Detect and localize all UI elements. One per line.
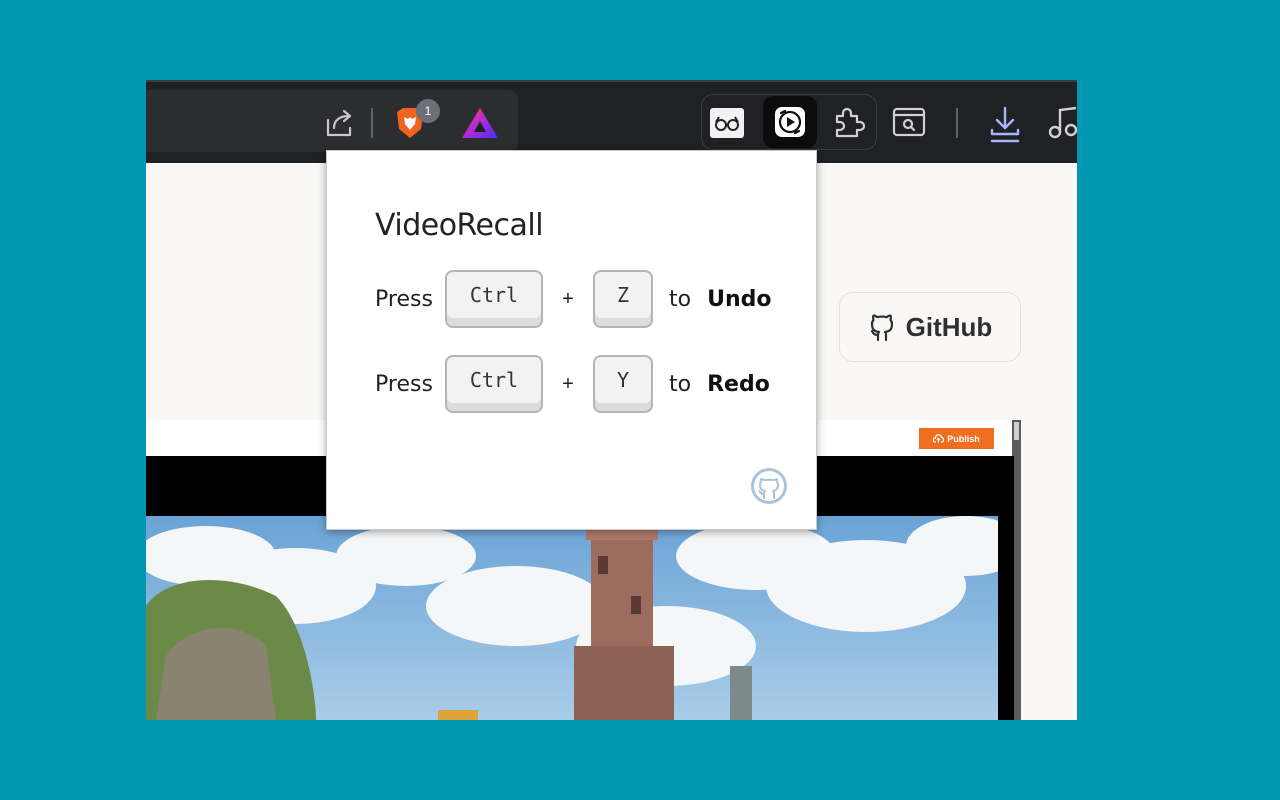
github-icon <box>870 314 893 342</box>
press-label: Press <box>375 371 433 397</box>
publish-label: Publish <box>947 433 980 444</box>
extensions-puzzle-icon[interactable] <box>831 104 867 140</box>
reader-mode-icon[interactable] <box>710 108 744 138</box>
popup-title: VideoRecall <box>375 208 544 243</box>
shields-badge: 1 <box>416 99 440 123</box>
scrollbar-thumb[interactable] <box>1014 422 1019 440</box>
downloads-icon[interactable] <box>988 104 1022 144</box>
z-key: Z <box>593 270 653 328</box>
video-frame-image <box>146 516 998 720</box>
redo-action-label: Redo <box>707 371 770 397</box>
plus-sign: + <box>562 372 574 395</box>
tabstrip-edge <box>146 80 1077 82</box>
to-label: to <box>669 286 692 312</box>
plus-sign: + <box>562 287 574 310</box>
to-label: to <box>669 371 692 397</box>
ctrl-key: Ctrl <box>445 270 543 328</box>
videorecall-popup: VideoRecall Press Ctrl + Z to Undo Press… <box>326 150 817 530</box>
publish-button[interactable]: Publish <box>919 428 994 449</box>
ctrl-key: Ctrl <box>445 355 543 413</box>
toolbar-separator <box>956 108 958 138</box>
toolbar-separator <box>371 108 373 138</box>
undo-shortcut-row: Press Ctrl + Z to Undo <box>375 269 771 329</box>
media-controls-icon[interactable] <box>1048 106 1077 140</box>
github-link-icon[interactable] <box>749 466 789 511</box>
videorecall-extension-icon[interactable] <box>763 96 817 148</box>
tab-search-icon[interactable] <box>892 106 926 138</box>
share-icon[interactable] <box>322 106 356 140</box>
y-key: Y <box>593 355 653 413</box>
cloud-upload-icon <box>933 434 945 443</box>
brave-rewards-icon[interactable] <box>460 106 500 140</box>
redo-shortcut-row: Press Ctrl + Y to Redo <box>375 354 770 414</box>
github-button-label: GitHub <box>905 311 993 342</box>
press-label: Press <box>375 286 433 312</box>
undo-action-label: Undo <box>707 286 772 312</box>
github-button[interactable]: GitHub <box>839 292 1021 362</box>
